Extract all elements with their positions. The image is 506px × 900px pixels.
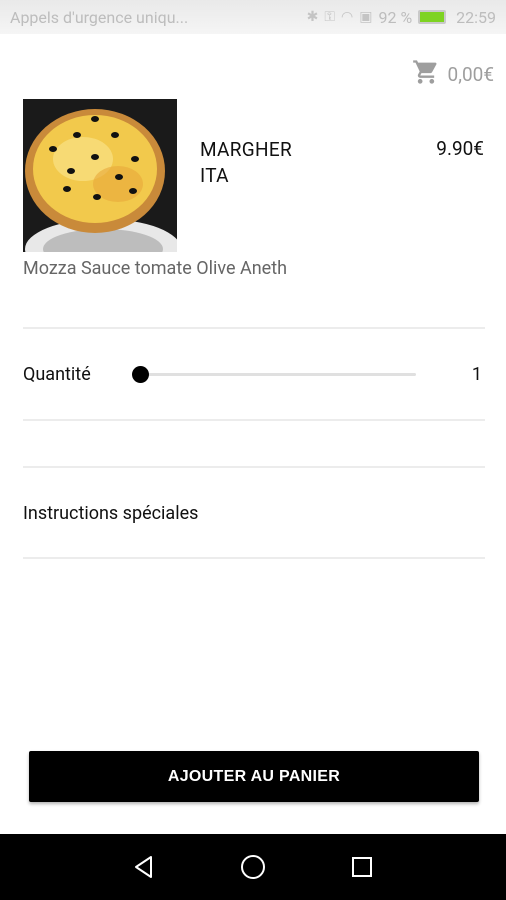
battery-percent: 92 % xyxy=(378,7,413,27)
product-name: MARGHER ITA xyxy=(200,138,292,187)
divider xyxy=(23,419,485,421)
clock: 22:59 xyxy=(456,7,496,27)
quantity-label: Quantité xyxy=(23,364,91,385)
divider xyxy=(23,466,485,468)
home-icon[interactable] xyxy=(233,847,273,887)
recents-icon[interactable] xyxy=(342,847,382,887)
key-icon: ⚿ xyxy=(324,9,336,25)
carrier-text: Appels d'urgence uniqu... xyxy=(10,7,189,27)
back-icon[interactable] xyxy=(124,847,164,887)
product-image xyxy=(23,99,177,252)
wifi-icon: ◠ xyxy=(341,9,354,25)
quantity-slider-track[interactable] xyxy=(140,373,416,376)
cart-total: 0,00€ xyxy=(447,62,494,86)
status-bar: Appels d'urgence uniqu... ✱ ⚿ ◠ ▣ 92 % 2… xyxy=(0,0,506,34)
special-instructions-row[interactable]: Instructions spéciales xyxy=(0,470,506,556)
product-price: 9.90€ xyxy=(436,137,484,160)
cart-icon[interactable] xyxy=(412,58,440,90)
sim-icon: ▣ xyxy=(359,9,373,25)
status-icons: ✱ ⚿ ◠ ▣ 92 % 22:59 xyxy=(307,8,496,27)
product-description: Mozza Sauce tomate Olive Aneth xyxy=(23,258,288,279)
cart-summary[interactable]: 0,00€ xyxy=(412,58,494,90)
divider xyxy=(23,327,485,329)
quantity-slider-thumb[interactable] xyxy=(132,366,149,383)
add-to-cart-button[interactable]: AJOUTER AU PANIER xyxy=(29,751,479,802)
quantity-value: 1 xyxy=(471,364,482,385)
navigation-bar xyxy=(0,834,506,900)
special-instructions-label: Instructions spéciales xyxy=(23,502,199,524)
battery-icon xyxy=(418,10,447,24)
divider xyxy=(23,557,485,559)
bluetooth-icon: ✱ xyxy=(306,9,319,25)
